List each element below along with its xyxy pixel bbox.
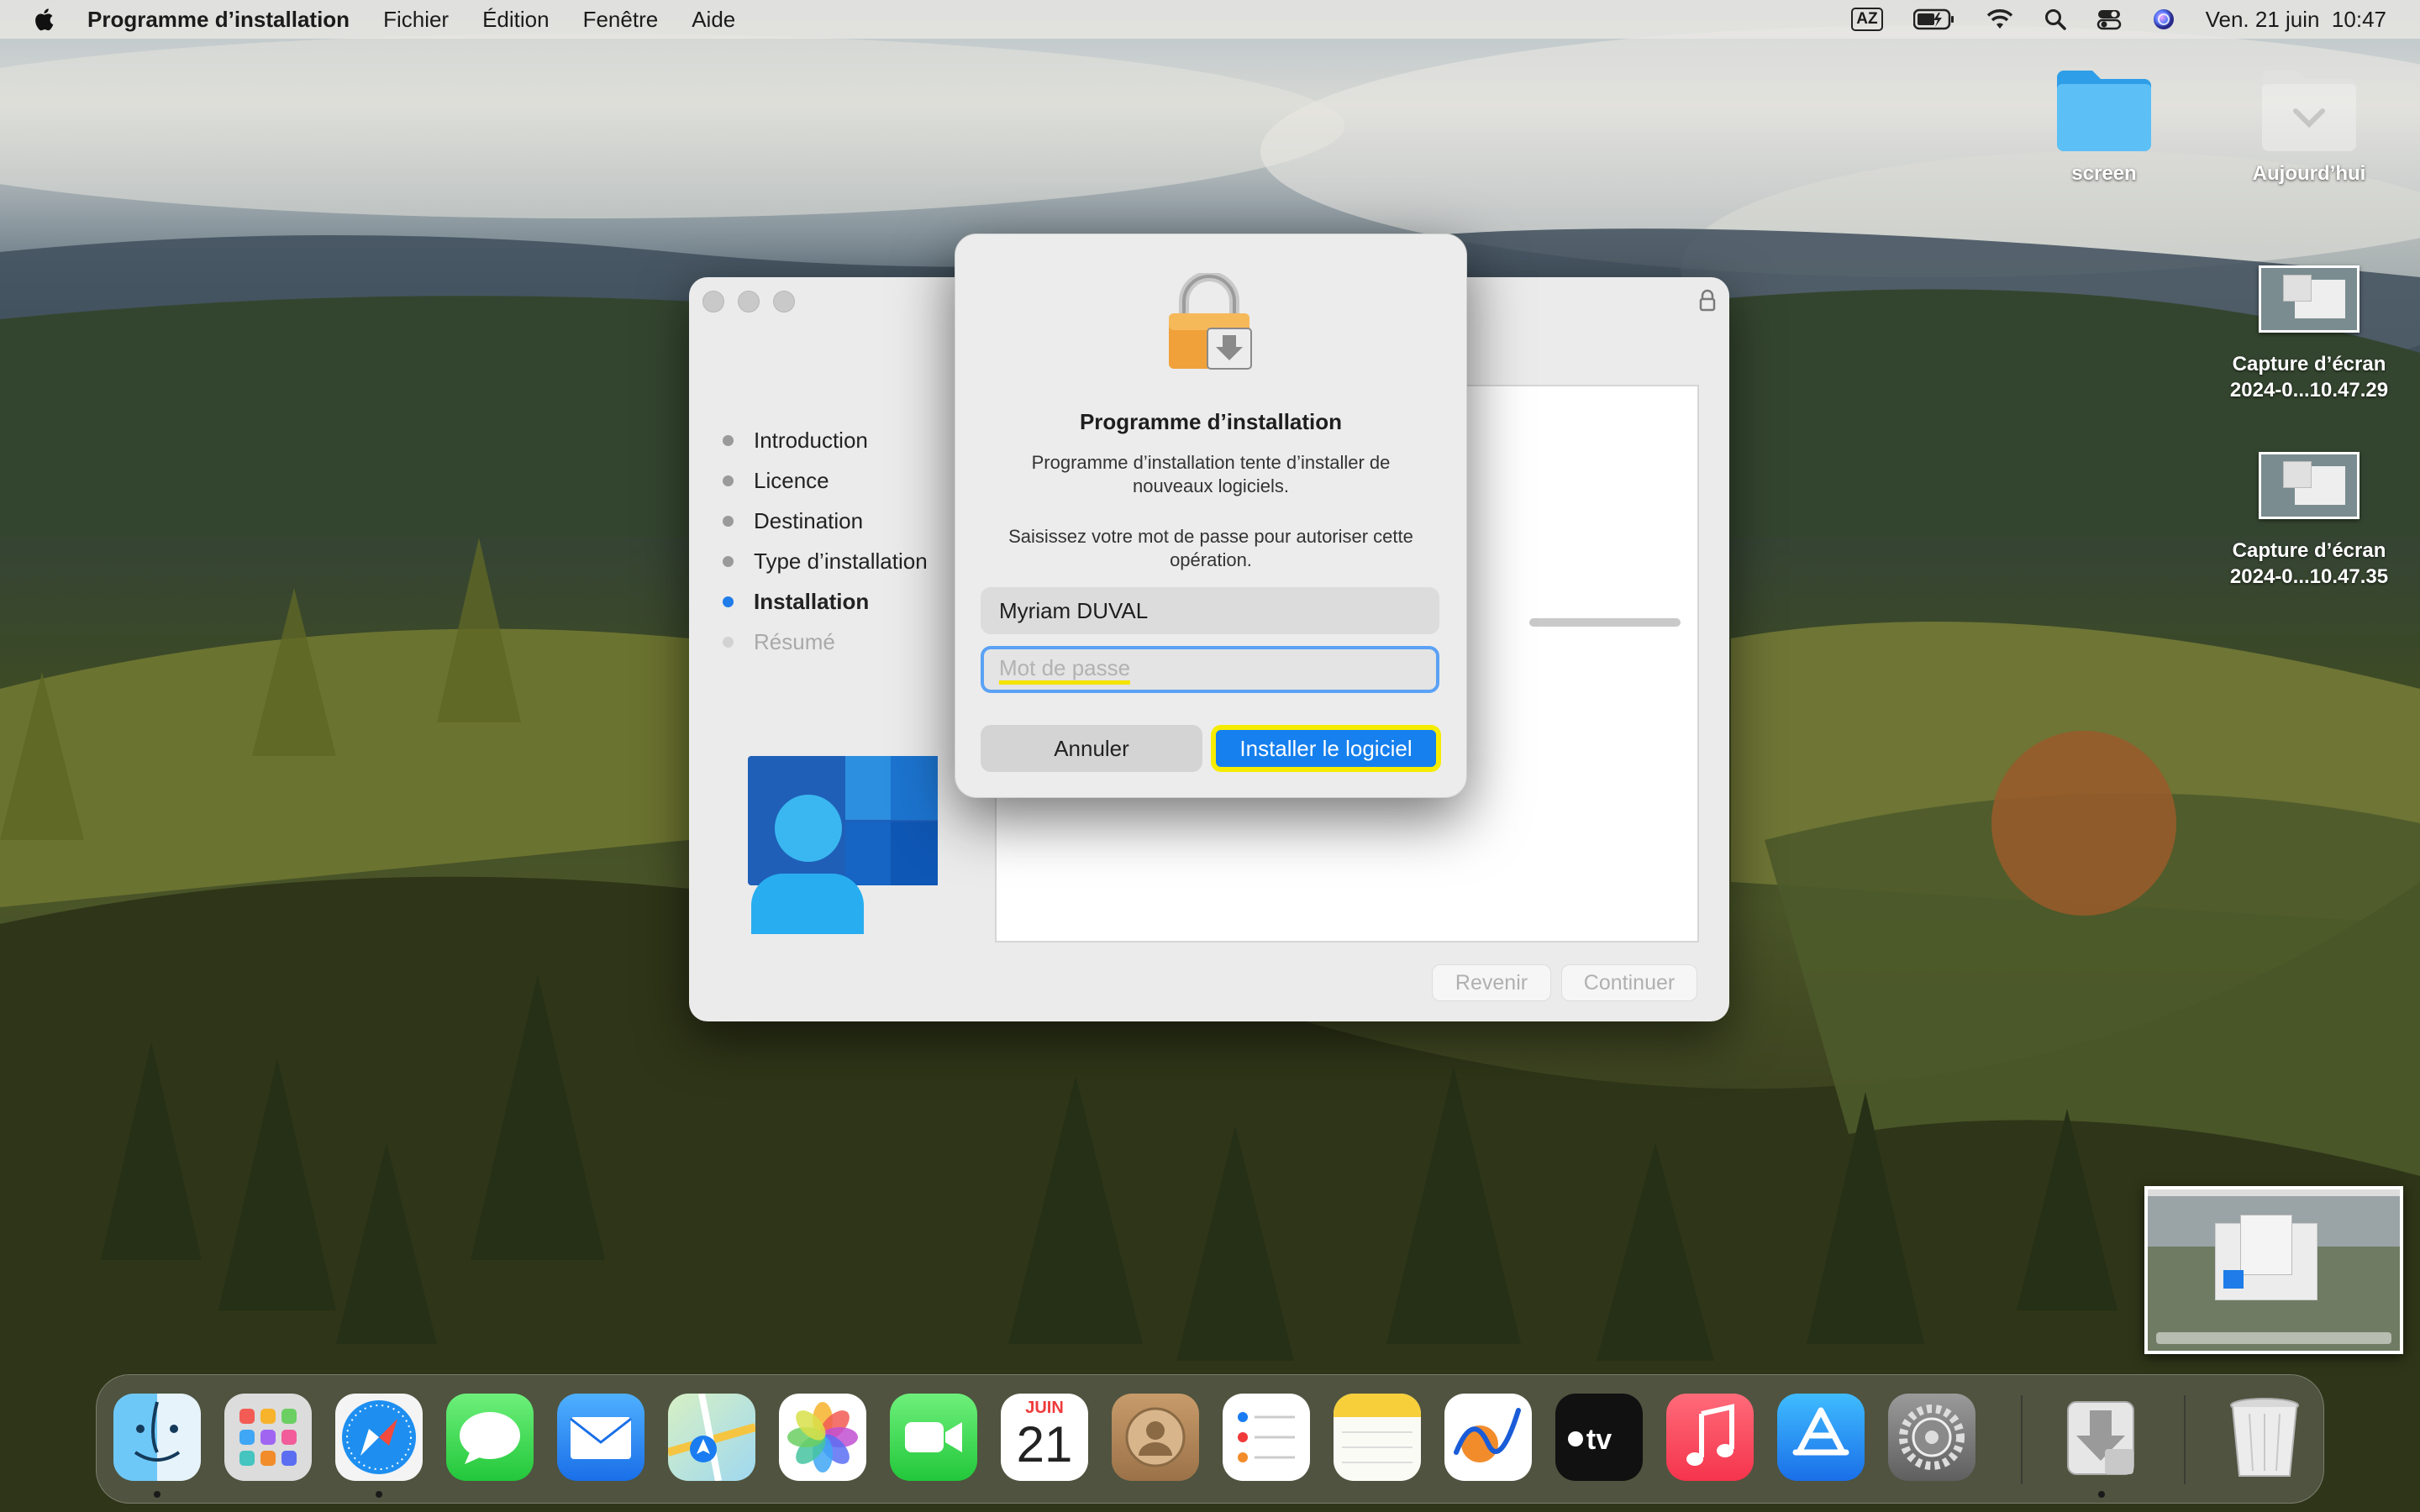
step-label: Résumé bbox=[754, 628, 835, 654]
spotlight-search-icon[interactable] bbox=[2044, 8, 2066, 30]
lock-icon bbox=[1699, 289, 1716, 312]
apple-tv-icon[interactable]: tv bbox=[1555, 1394, 1643, 1481]
desktop-icon-label: Capture d’écran bbox=[2232, 353, 2386, 375]
menu-edition[interactable]: Édition bbox=[482, 7, 550, 33]
username-field[interactable]: Myriam DUVAL bbox=[981, 587, 1439, 634]
safari-icon[interactable] bbox=[335, 1394, 423, 1481]
siri-icon[interactable] bbox=[2152, 8, 2175, 31]
safari-running-indicator bbox=[376, 1491, 382, 1498]
system-settings-icon[interactable] bbox=[1888, 1394, 1975, 1481]
step-bullet-active bbox=[723, 596, 734, 607]
desktop-icon-label: Capture d’écran bbox=[2232, 539, 2386, 562]
step-bullet bbox=[723, 434, 734, 446]
step-bullet bbox=[723, 555, 734, 567]
password-field[interactable]: Mot de passe bbox=[981, 646, 1439, 693]
close-button[interactable] bbox=[702, 291, 724, 312]
username-value: Myriam DUVAL bbox=[999, 597, 1149, 623]
folder-icon bbox=[2262, 71, 2356, 151]
reminders-icon[interactable] bbox=[1223, 1394, 1310, 1481]
desktop-screenshot-2[interactable]: Capture d’écran 2024-0...10.47.35 bbox=[2210, 452, 2408, 590]
menubar-clock[interactable]: Ven. 21 juin 10:47 bbox=[2206, 7, 2386, 33]
calendar-icon[interactable]: JUIN 21 bbox=[1001, 1394, 1088, 1481]
installation-progress-bar bbox=[1529, 618, 1681, 627]
installer-steps-list: Introduction Licence Destination Type d’… bbox=[723, 420, 928, 662]
step-licence: Licence bbox=[723, 460, 928, 501]
continue-button[interactable]: Continuer bbox=[1561, 964, 1697, 1001]
step-label: Introduction bbox=[754, 427, 868, 453]
zoom-button[interactable] bbox=[773, 291, 795, 312]
step-type-installation: Type d’installation bbox=[723, 541, 928, 581]
keyboard-layout-indicator[interactable]: AZ bbox=[1851, 8, 1883, 31]
folder-icon bbox=[2057, 71, 2151, 151]
menu-fichier[interactable]: Fichier bbox=[383, 7, 449, 33]
desktop-icon-label: 2024-0...10.47.35 bbox=[2229, 565, 2389, 588]
step-destination: Destination bbox=[723, 501, 928, 541]
dock-separator bbox=[2184, 1395, 2186, 1484]
messages-icon[interactable] bbox=[446, 1394, 534, 1481]
control-center-icon[interactable] bbox=[2096, 8, 2122, 30]
dialog-message: Programme d’installation tente d’install… bbox=[1031, 452, 1391, 496]
trash-icon[interactable] bbox=[2221, 1394, 2308, 1481]
wifi-icon[interactable] bbox=[1986, 8, 2014, 30]
freeform-icon[interactable] bbox=[1444, 1394, 1532, 1481]
app-store-icon[interactable] bbox=[1777, 1394, 1865, 1481]
screenshot-thumbnail bbox=[2259, 265, 2360, 333]
photos-icon[interactable] bbox=[779, 1394, 866, 1481]
apple-menu-icon[interactable] bbox=[34, 7, 54, 32]
step-label: Licence bbox=[754, 467, 829, 493]
dock: JUIN 21 tv bbox=[96, 1374, 2324, 1504]
dock-separator bbox=[2021, 1395, 2023, 1484]
installer-running-indicator bbox=[2098, 1491, 2105, 1498]
step-label: Installation bbox=[754, 588, 870, 614]
battery-icon[interactable] bbox=[1912, 8, 1955, 30]
step-label: Type d’installation bbox=[754, 548, 928, 574]
authorization-dialog: Programme d’installation Programme d’ins… bbox=[955, 234, 1467, 798]
contacts-icon[interactable] bbox=[1112, 1394, 1199, 1481]
back-button[interactable]: Revenir bbox=[1432, 964, 1551, 1001]
menu-bar: Programme d’installation Fichier Édition… bbox=[0, 0, 2420, 39]
lock-installer-icon bbox=[1169, 273, 1252, 370]
step-introduction: Introduction bbox=[723, 420, 928, 460]
music-icon[interactable] bbox=[1666, 1394, 1754, 1481]
window-controls bbox=[702, 291, 808, 312]
step-bullet bbox=[723, 475, 734, 486]
menu-app-name[interactable]: Programme d’installation bbox=[87, 7, 350, 33]
step-label: Destination bbox=[754, 507, 864, 533]
facetime-icon[interactable] bbox=[890, 1394, 977, 1481]
menu-fenetre[interactable]: Fenêtre bbox=[583, 7, 659, 33]
maps-icon[interactable] bbox=[668, 1394, 755, 1481]
step-bullet bbox=[723, 636, 734, 648]
desktop-folder-screen[interactable]: screen bbox=[2050, 66, 2158, 186]
step-installation: Installation bbox=[723, 581, 928, 622]
svg-text:tv: tv bbox=[1586, 1424, 1612, 1456]
calendar-day: 21 bbox=[1016, 1416, 1073, 1473]
finder-icon[interactable] bbox=[113, 1394, 201, 1481]
launchpad-icon[interactable] bbox=[224, 1394, 312, 1481]
step-bullet bbox=[723, 515, 734, 527]
dialog-title: Programme d’installation bbox=[1079, 409, 1343, 434]
desktop-icon-label: Aujourd’hui bbox=[2252, 162, 2366, 185]
dialog-instruction: Saisissez votre mot de passe pour autori… bbox=[1008, 526, 1413, 570]
desktop-screenshot-1[interactable]: Capture d’écran 2024-0...10.47.29 bbox=[2210, 265, 2408, 403]
desktop-icon-label: 2024-0...10.47.29 bbox=[2229, 379, 2389, 402]
package-logo-icon bbox=[748, 756, 938, 934]
desktop-icon-label: screen bbox=[2071, 162, 2137, 185]
desktop-folder-aujourdhui[interactable]: Aujourd’hui bbox=[2250, 66, 2368, 186]
finder-running-indicator bbox=[154, 1491, 160, 1498]
menu-aide[interactable]: Aide bbox=[692, 7, 735, 33]
screenshot-thumbnail bbox=[2259, 452, 2360, 519]
installer-icon[interactable] bbox=[2058, 1394, 2145, 1481]
notes-icon[interactable] bbox=[1334, 1394, 1421, 1481]
mail-icon[interactable] bbox=[557, 1394, 644, 1481]
screenshot-preview-thumbnail[interactable] bbox=[2144, 1186, 2403, 1354]
cancel-button[interactable]: Annuler bbox=[981, 725, 1202, 772]
minimize-button[interactable] bbox=[738, 291, 760, 312]
step-resume: Résumé bbox=[723, 622, 928, 662]
install-software-button[interactable]: Installer le logiciel bbox=[1211, 725, 1441, 772]
password-placeholder: Mot de passe bbox=[999, 655, 1131, 685]
